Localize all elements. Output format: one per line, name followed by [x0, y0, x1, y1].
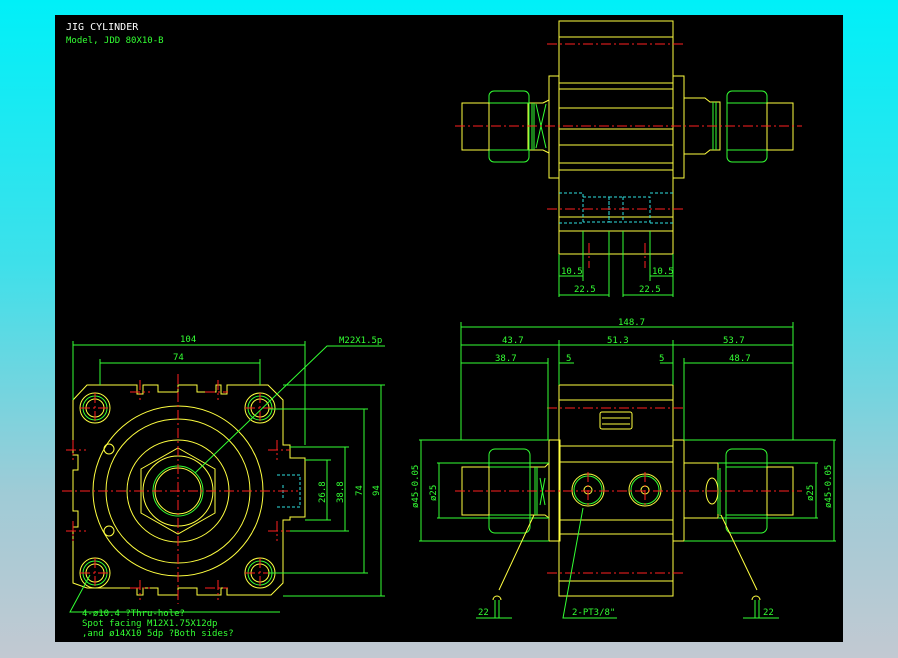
thread-callout: M22X1.5p	[339, 336, 382, 346]
dim-43-7: 43.7	[502, 336, 524, 346]
dim-5-left: 5	[566, 354, 571, 364]
top-flange-right	[672, 75, 685, 179]
model-text: Model, JDD 80X10-B	[66, 36, 164, 46]
top-centerlines	[455, 43, 802, 268]
side-centerlines	[455, 407, 802, 574]
front-pin-top	[103, 443, 115, 455]
dim-10-5-right: 10.5	[652, 267, 674, 277]
dim-51-3: 51.3	[607, 336, 629, 346]
dim-26-8: 26.8	[318, 481, 328, 503]
wrench-flat-icons	[492, 595, 761, 601]
dim-dia-45-right: ø45-0.05	[824, 465, 834, 508]
dim-94: 94	[372, 485, 382, 496]
callout-lines	[476, 507, 779, 619]
wrench-size-left: 22	[478, 608, 489, 618]
dim-dia-25-right: ø25	[806, 485, 816, 501]
top-hidden-ports	[559, 192, 673, 224]
note-thru-hole: 4-ø10.4 ?Thru-hole?	[82, 609, 185, 619]
nameplate-lines	[602, 417, 630, 425]
dim-104: 104	[180, 335, 196, 345]
title-text: JIG CYLINDER	[66, 22, 139, 33]
dim-22-5-right: 22.5	[639, 285, 661, 295]
top-body-lines	[559, 36, 673, 232]
top-flange-left	[548, 75, 560, 179]
dim-22-5-left: 22.5	[574, 285, 596, 295]
dim-dia-25-left: ø25	[429, 485, 439, 501]
port-callout: 2-PT3/8"	[572, 608, 615, 618]
dim-10-5-left: 10.5	[561, 267, 583, 277]
front-pin-bottom	[103, 525, 115, 537]
note-both-sides: ,and ø14X10 5dp ?Both sides?	[82, 629, 234, 639]
dim-dia-45-left: ø45-0.05	[411, 465, 421, 508]
wrench-leaders	[498, 514, 758, 591]
wrench-size-right: 22	[763, 608, 774, 618]
brand-nameplate	[599, 411, 633, 430]
dim-48-7: 48.7	[729, 354, 751, 364]
front-dimension-lines	[72, 341, 385, 597]
dim-74-horizontal: 74	[173, 353, 184, 363]
top-view: 10.5 10.5 22.5 22.5	[455, 20, 802, 297]
note-spot-facing: Spot facing M12X1.75X12dp	[82, 619, 217, 629]
side-dimension-lines	[419, 322, 836, 542]
dim-38-7: 38.7	[495, 354, 517, 364]
cad-drawing: JIG CYLINDER Model, JDD 80X10-B 10.5 10.…	[62, 20, 836, 639]
dim-53-7: 53.7	[723, 336, 745, 346]
top-body	[558, 20, 674, 255]
dim-38-8: 38.8	[336, 481, 346, 503]
dim-148-7: 148.7	[618, 318, 645, 328]
side-view: 148.7 43.7 51.3 53.7 38.7 5 5 48.7 ø45-0…	[411, 318, 836, 619]
dim-74-vertical: 74	[355, 485, 365, 496]
front-view: 104 74 94 74 38.8 26.8 M22X1.5p 4-ø10.4 …	[62, 335, 385, 639]
dim-5-right: 5	[659, 354, 664, 364]
